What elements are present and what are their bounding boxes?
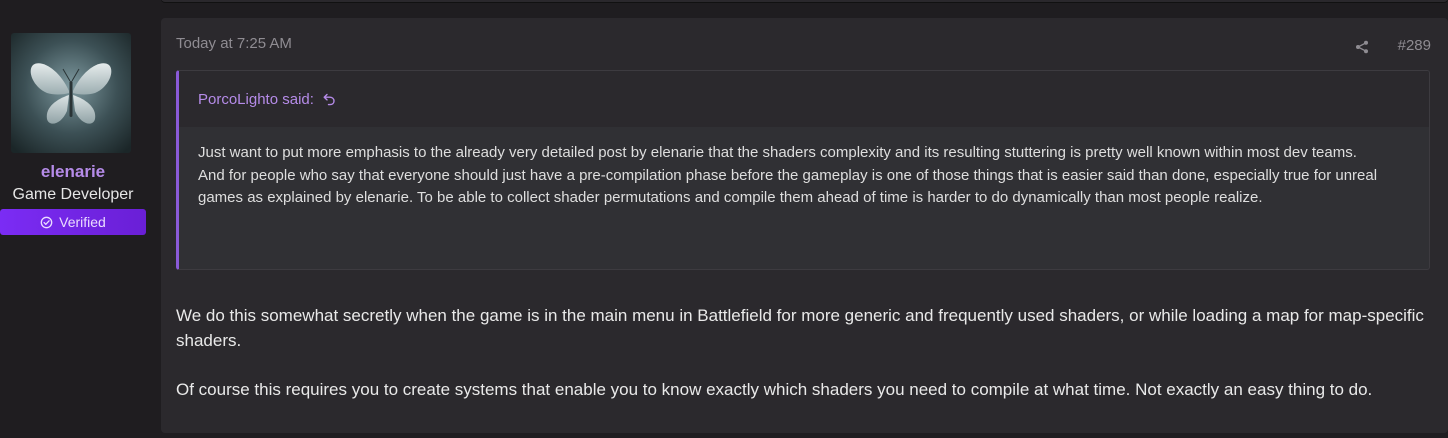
user-info: elenarie Game Developer Verified [0,33,146,235]
post-paragraph: Of course this requires you to create sy… [176,380,1373,399]
post-body: We do this somewhat secretly when the ga… [176,304,1432,403]
user-title: Game Developer [12,186,134,203]
butterfly-icon [11,33,131,153]
post-paragraph: We do this somewhat secretly when the ga… [176,306,1424,350]
thread-page: elenarie Game Developer Verified Today a… [0,0,1448,438]
share-icon[interactable] [1353,38,1371,56]
quote-author[interactable]: PorcoLighto said: [198,91,314,108]
quote-paragraph: And for people who say that everyone sho… [198,166,1378,207]
post: Today at 7:25 AM #289 PorcoLighto said: [161,18,1448,433]
previous-post-edge [161,0,1448,2]
avatar[interactable] [11,33,131,153]
quote-body: Just want to put more emphasis to the al… [179,127,1429,210]
reply-arrow-icon[interactable] [322,92,336,106]
post-date[interactable]: Today at 7:25 AM [176,35,292,52]
quote-header: PorcoLighto said: [179,71,1429,127]
quote-paragraph: Just want to put more emphasis to the al… [198,144,1357,161]
username[interactable]: elenarie [0,162,146,182]
badge-label: Verified [59,214,106,230]
quote-block: PorcoLighto said: Just want to put more … [176,70,1430,270]
check-circle-icon [40,216,53,229]
post-number[interactable]: #289 [1398,37,1431,54]
verified-badge: Verified [0,209,146,235]
